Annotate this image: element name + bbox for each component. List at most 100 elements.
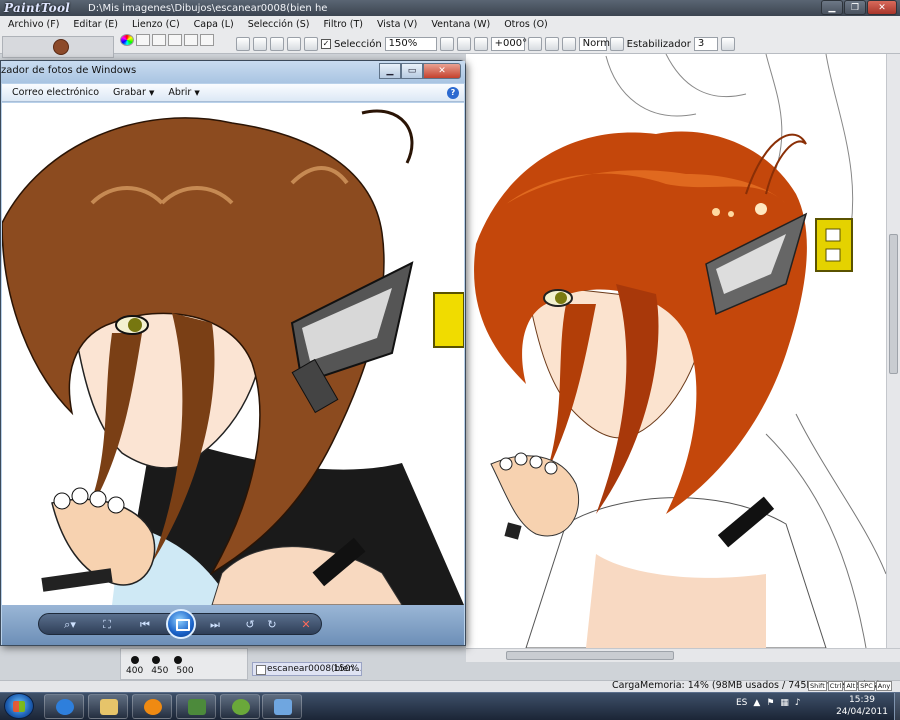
- undo-icon[interactable]: [253, 37, 267, 51]
- menu-email[interactable]: Correo electrónico: [12, 87, 99, 98]
- next-icon[interactable]: ⏭: [206, 617, 224, 633]
- start-button[interactable]: [4, 693, 34, 719]
- canvas-horizontal-scrollbar[interactable]: [466, 648, 900, 662]
- selection-checkbox[interactable]: ✓: [321, 39, 331, 49]
- zoom-icon[interactable]: ⌕▾: [58, 617, 82, 633]
- menu-seleccion[interactable]: Selección (S): [248, 19, 310, 30]
- flip-icon[interactable]: [609, 37, 624, 51]
- taskbar-media-player[interactable]: [132, 694, 172, 719]
- color-wheel-icon[interactable]: [120, 34, 134, 46]
- zoom-out-icon[interactable]: [439, 37, 454, 51]
- language-indicator[interactable]: ES: [736, 698, 747, 708]
- menu-lienzo[interactable]: Lienzo (C): [132, 19, 180, 30]
- document-tab[interactable]: escanear0008(bien ... 150%: [252, 662, 362, 676]
- stabilizer-field[interactable]: 3: [693, 37, 718, 51]
- rotate-reset-icon[interactable]: [561, 37, 576, 51]
- menu-filtro[interactable]: Filtro (T): [323, 19, 363, 30]
- horizontal-scroll-thumb[interactable]: [506, 651, 674, 660]
- brush-size-labels: 400 450 500: [126, 666, 194, 676]
- scratchpad-icon[interactable]: [184, 34, 198, 46]
- menu-editar[interactable]: Editar (E): [73, 19, 118, 30]
- photo-viewer-title: zador de fotos de Windows: [1, 65, 137, 76]
- modifier-keys: Shift Ctrl Alt SPC Any: [808, 681, 893, 691]
- swatches-icon[interactable]: [168, 34, 182, 46]
- taskbar-app[interactable]: [176, 694, 216, 719]
- zoom-reset-icon[interactable]: [473, 37, 488, 51]
- taskbar-explorer[interactable]: [88, 694, 128, 719]
- menu-otros[interactable]: Otros (O): [504, 19, 548, 30]
- show-desktop-button[interactable]: [894, 693, 900, 720]
- key-spc: SPC: [858, 681, 875, 691]
- canvas-toolbar: ✓ Selección 150% +000° Normal Estabiliza…: [236, 36, 735, 52]
- chevron-down-icon: ▼: [194, 89, 200, 97]
- rotate-left-icon[interactable]: [527, 37, 542, 51]
- rotate-right-icon[interactable]: ↻: [264, 617, 280, 633]
- menu-email-label: Correo electrónico: [12, 87, 100, 98]
- brush-size-450: 450: [151, 666, 169, 676]
- photo-viewer-controls: ⌕▾ ⛶ ⏮ ⏭ ↺ ↻ ✕: [2, 605, 464, 645]
- document-tab-zoom: 150%: [333, 664, 359, 674]
- taskbar-sai[interactable]: [220, 694, 260, 719]
- taskbar-photo-viewer[interactable]: [262, 694, 302, 719]
- brush-dot-500[interactable]: [174, 656, 182, 664]
- key-any: Any: [875, 681, 893, 691]
- flag-icon[interactable]: ⚑: [766, 698, 774, 708]
- maximize-button[interactable]: ❐: [844, 0, 866, 15]
- viewer-close-button[interactable]: ✕: [423, 63, 461, 79]
- invert-selection-icon[interactable]: [304, 37, 318, 51]
- actual-size-icon[interactable]: ⛶: [98, 617, 116, 633]
- volume-icon[interactable]: ♪: [795, 698, 801, 708]
- zoom-field[interactable]: 150%: [384, 37, 437, 51]
- selection-label: Selección: [334, 38, 382, 50]
- help-icon[interactable]: ?: [447, 87, 459, 99]
- photo-viewer-icon: [274, 699, 292, 715]
- canvas-vertical-scrollbar[interactable]: [886, 54, 900, 648]
- dropdown-icon[interactable]: [236, 37, 250, 51]
- viewer-maximize-button[interactable]: ▭: [401, 63, 423, 79]
- rotation-field[interactable]: +000°: [490, 37, 527, 51]
- painttool-sai-logo: PaintTool SAI: [4, 1, 71, 31]
- taskbar-ie[interactable]: [44, 694, 84, 719]
- stabilizer-label: Estabilizador: [626, 38, 691, 50]
- redo-icon[interactable]: [270, 37, 284, 51]
- scanned-drawing: [2, 109, 464, 605]
- rgb-slider-icon[interactable]: [136, 34, 150, 46]
- photo-viewer-image[interactable]: [2, 103, 464, 605]
- zoom-in-icon[interactable]: [456, 37, 471, 51]
- brush-size-500: 500: [176, 666, 194, 676]
- mixer-icon[interactable]: [200, 34, 214, 46]
- menu-open-label: Abrir: [168, 87, 192, 98]
- stabilizer-dropdown-icon[interactable]: [720, 37, 735, 51]
- blend-mode-field[interactable]: Normal: [578, 37, 619, 51]
- sai-canvas[interactable]: [466, 54, 886, 648]
- brush-size-400: 400: [126, 666, 144, 676]
- close-button[interactable]: ✕: [867, 0, 897, 15]
- tray-expand-icon[interactable]: ▲: [753, 698, 760, 708]
- photo-viewer-menu: Correo electrónico Grabar ▼ Abrir ▼: [2, 84, 464, 102]
- navigator-preview: [53, 39, 69, 55]
- minimize-button[interactable]: ▁: [821, 0, 843, 15]
- slideshow-button[interactable]: [166, 609, 196, 639]
- menu-archivo[interactable]: Archivo (F): [8, 19, 59, 30]
- menu-capa[interactable]: Capa (L): [194, 19, 234, 30]
- menu-open[interactable]: Abrir ▼: [168, 87, 199, 98]
- previous-icon[interactable]: ⏮: [136, 617, 154, 633]
- vertical-scroll-thumb[interactable]: [889, 234, 898, 374]
- menu-burn[interactable]: Grabar ▼: [113, 87, 154, 98]
- menu-ventana[interactable]: Ventana (W): [431, 19, 490, 30]
- menu-vista[interactable]: Vista (V): [377, 19, 417, 30]
- delete-icon[interactable]: ✕: [298, 617, 314, 633]
- rotate-left-icon[interactable]: ↺: [242, 617, 258, 633]
- viewer-minimize-button[interactable]: ▁: [379, 63, 401, 79]
- brush-dot-450[interactable]: [152, 656, 160, 664]
- key-shift: Shift: [808, 681, 827, 691]
- sai-title-bar: PaintTool SAI D:\Mis imagenes\Dibujos\es…: [0, 0, 900, 31]
- deselect-icon[interactable]: [287, 37, 301, 51]
- rotate-right-icon[interactable]: [544, 37, 559, 51]
- network-icon[interactable]: ▦: [780, 698, 789, 708]
- clock[interactable]: 15:39 24/04/2011: [832, 694, 892, 718]
- hsv-slider-icon[interactable]: [152, 34, 166, 46]
- navigator-thumbnail[interactable]: [2, 36, 114, 58]
- brush-dot-400[interactable]: [131, 656, 139, 664]
- color-mode-strip: [120, 34, 214, 46]
